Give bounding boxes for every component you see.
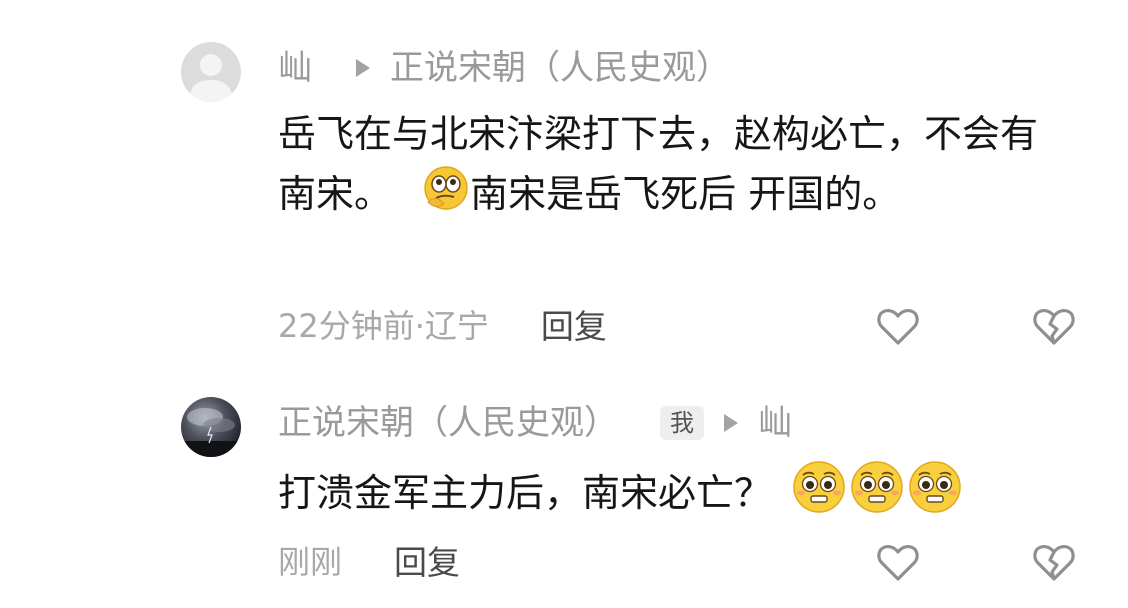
- heart-icon[interactable]: [874, 538, 922, 586]
- comment-1-header: 屾 正说宋朝（人民史观）: [278, 46, 730, 90]
- comment-1-text: 岳飞在与北宋汴梁打下去，赵构必亡，不会有南宋。 南宋是岳飞死后 开国的。: [278, 104, 1048, 229]
- timestamp: 22分钟前·辽宁: [278, 307, 489, 345]
- thinking-eyes-emoji-icon: [422, 164, 470, 229]
- comment-text: 打溃金军主力后，南宋必亡？: [278, 471, 773, 515]
- me-badge: 我: [660, 406, 704, 440]
- author-name[interactable]: 屾: [278, 46, 312, 90]
- reply-arrow-icon: [724, 414, 738, 432]
- reply-to-name[interactable]: 屾: [758, 401, 792, 445]
- comment-2-meta: 刚刚 回复: [278, 536, 460, 584]
- comment-1-meta: 22分钟前·辽宁 回复: [278, 300, 607, 348]
- avatar-default[interactable]: [181, 42, 241, 102]
- pleading-face-emoji-icon: [906, 460, 964, 531]
- broken-heart-icon[interactable]: [1030, 538, 1078, 586]
- comment-2-text: 打溃金军主力后，南宋必亡？: [278, 460, 1048, 531]
- comment-2-header: 正说宋朝（人民史观） 我 屾: [278, 401, 792, 445]
- pleading-face-emoji-icon: [848, 460, 906, 531]
- pleading-face-emoji-icon: [790, 460, 848, 531]
- avatar-storm[interactable]: [181, 397, 241, 457]
- reply-button[interactable]: 回复: [394, 536, 460, 584]
- reply-to-name[interactable]: 正说宋朝（人民史观）: [390, 46, 730, 90]
- author-name[interactable]: 正说宋朝（人民史观）: [278, 401, 618, 445]
- user-placeholder-icon: [189, 54, 233, 102]
- reply-button[interactable]: 回复: [541, 300, 607, 348]
- heart-icon[interactable]: [874, 302, 922, 350]
- reply-arrow-icon: [356, 59, 370, 77]
- comment-text-part2: 南宋是岳飞死后 开国的。: [470, 172, 901, 216]
- timestamp: 刚刚: [278, 543, 343, 581]
- broken-heart-icon[interactable]: [1030, 302, 1078, 350]
